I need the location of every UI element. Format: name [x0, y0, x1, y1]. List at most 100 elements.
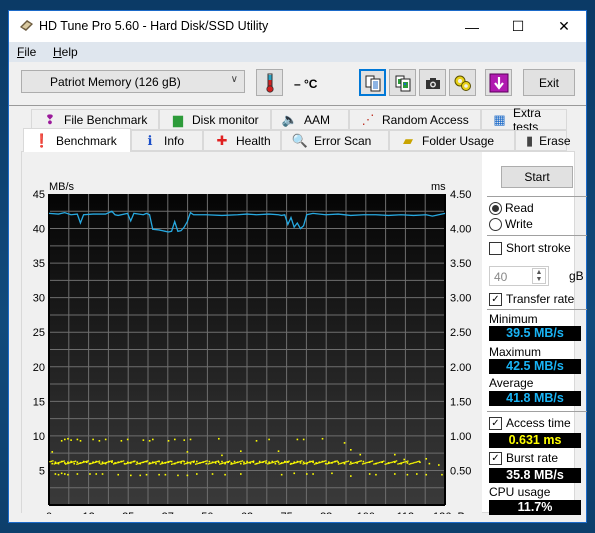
access-time-point — [73, 462, 76, 465]
tab-folder-usage[interactable]: ▰ Folder Usage — [389, 130, 515, 151]
access-time-point — [231, 463, 234, 465]
y2-tick-label: 2.00 — [450, 362, 471, 374]
access-time-point — [255, 463, 258, 465]
access-time-point — [268, 462, 270, 465]
drive-select[interactable]: Patriot Memory (126 gB) ∨ — [21, 70, 245, 93]
tab-benchmark[interactable]: ❗ Benchmark — [23, 128, 131, 152]
access-time-point — [132, 460, 135, 463]
maximum-label: Maximum — [489, 345, 542, 359]
save-button[interactable] — [485, 69, 512, 96]
tab-extra-tests[interactable]: ▦ Extra tests — [481, 106, 567, 134]
x-tick-label: 50 — [201, 511, 213, 514]
access-time-point — [343, 461, 345, 464]
access-time-point — [306, 462, 309, 464]
y-tick-label: 15 — [33, 396, 45, 408]
folder-icon: ▰ — [403, 132, 413, 148]
tab-info[interactable]: ℹ Info — [131, 130, 203, 151]
write-radio[interactable]: Write — [489, 217, 533, 231]
access-time-point — [240, 473, 242, 475]
access-time-point — [325, 460, 327, 462]
tab-label: File Benchmark — [64, 112, 148, 127]
access-time-point — [169, 460, 171, 462]
short-stroke-size-stepper[interactable]: 40 ▲ ▼ — [489, 266, 549, 286]
copy-text-button[interactable] — [359, 69, 386, 96]
tab-file-benchmark[interactable]: ❢ File Benchmark — [31, 109, 159, 130]
random-access-icon: ⋰ — [361, 111, 375, 127]
access-time-point — [387, 462, 389, 465]
file-benchmark-icon: ❢ — [44, 111, 56, 127]
maximize-button[interactable]: ☐ — [495, 11, 541, 42]
access-time-point — [326, 463, 328, 465]
access-time-point — [291, 463, 293, 465]
access-time-point — [294, 462, 296, 464]
menu-file[interactable]: File — [17, 45, 36, 59]
tab-disk-monitor[interactable]: ▆ Disk monitor — [159, 109, 271, 130]
access-time-point — [312, 460, 314, 462]
screenshot-button[interactable] — [419, 69, 446, 96]
access-time-point — [258, 462, 261, 464]
access-time-point — [146, 460, 149, 462]
access-time-point — [174, 438, 176, 441]
access-time-point — [397, 463, 399, 465]
minimize-icon: — — [465, 18, 479, 35]
access-time-point — [97, 460, 99, 463]
transfer-rate-checkbox[interactable]: ✓ Transfer rate — [489, 292, 574, 306]
access-time-point — [93, 462, 95, 464]
trash-icon: ▮ — [526, 132, 534, 148]
access-time-point — [195, 463, 197, 465]
access-time-point — [120, 461, 122, 463]
minimize-button[interactable]: — — [449, 11, 495, 42]
access-time-point — [60, 440, 63, 442]
y-tick-label: 35 — [33, 258, 45, 270]
stepper-arrows-icon[interactable]: ▲ ▼ — [532, 268, 546, 284]
access-time-point — [390, 461, 392, 464]
access-time-point — [404, 461, 406, 463]
tab-erase[interactable]: ▮ Erase — [515, 130, 571, 151]
access-time-point — [269, 462, 272, 464]
access-time-point — [240, 450, 242, 452]
access-time-point — [368, 473, 371, 475]
access-time-point — [89, 473, 91, 475]
tab-health[interactable]: ✚ Health — [203, 130, 281, 151]
magnifier-icon: 🔍 — [291, 132, 309, 148]
access-time-point — [277, 461, 280, 464]
access-time-point — [343, 442, 346, 444]
access-time-point — [274, 462, 277, 465]
access-time-checkbox[interactable]: ✓ Access time — [489, 416, 571, 430]
start-button[interactable]: Start — [501, 166, 573, 188]
access-time-point — [366, 462, 368, 464]
access-time-point — [158, 460, 160, 462]
access-time-point — [64, 473, 66, 475]
burst-rate-checkbox[interactable]: ✓ Burst rate — [489, 451, 558, 465]
close-button[interactable]: ✕ — [541, 11, 587, 42]
tab-error-scan[interactable]: 🔍 Error Scan — [281, 130, 389, 151]
exit-button[interactable]: Exit — [523, 69, 575, 96]
access-time-point — [111, 460, 113, 462]
title-bar[interactable]: HD Tune Pro 5.60 - Hard Disk/SSD Utility… — [9, 11, 586, 42]
read-radio[interactable]: Read — [489, 201, 534, 215]
access-time-point — [223, 462, 225, 464]
tab-random-access[interactable]: ⋰ Random Access — [349, 109, 481, 130]
app-logo-icon — [20, 20, 33, 31]
access-time-point — [203, 461, 205, 463]
access-time-point — [189, 438, 192, 441]
options-button[interactable] — [449, 69, 476, 96]
access-time-point — [122, 460, 125, 462]
access-time-point — [425, 457, 428, 460]
access-time-point — [402, 461, 405, 464]
access-time-point — [406, 473, 409, 476]
menu-help[interactable]: Help — [53, 45, 78, 59]
access-time-point — [359, 460, 361, 462]
copy-screenshot-button[interactable] — [389, 69, 416, 96]
access-time-point — [352, 462, 354, 465]
access-time-point — [66, 463, 68, 465]
access-time-point — [114, 462, 116, 465]
temperature-button[interactable] — [256, 69, 283, 96]
access-time-point — [224, 461, 227, 464]
access-time-point — [112, 463, 115, 465]
access-time-point — [167, 440, 170, 442]
short-stroke-checkbox[interactable]: Short stroke — [489, 241, 571, 255]
access-time-point — [67, 462, 70, 464]
tab-aam[interactable]: 🔈 AAM — [271, 109, 349, 130]
speaker-icon: 🔈 — [281, 111, 299, 127]
